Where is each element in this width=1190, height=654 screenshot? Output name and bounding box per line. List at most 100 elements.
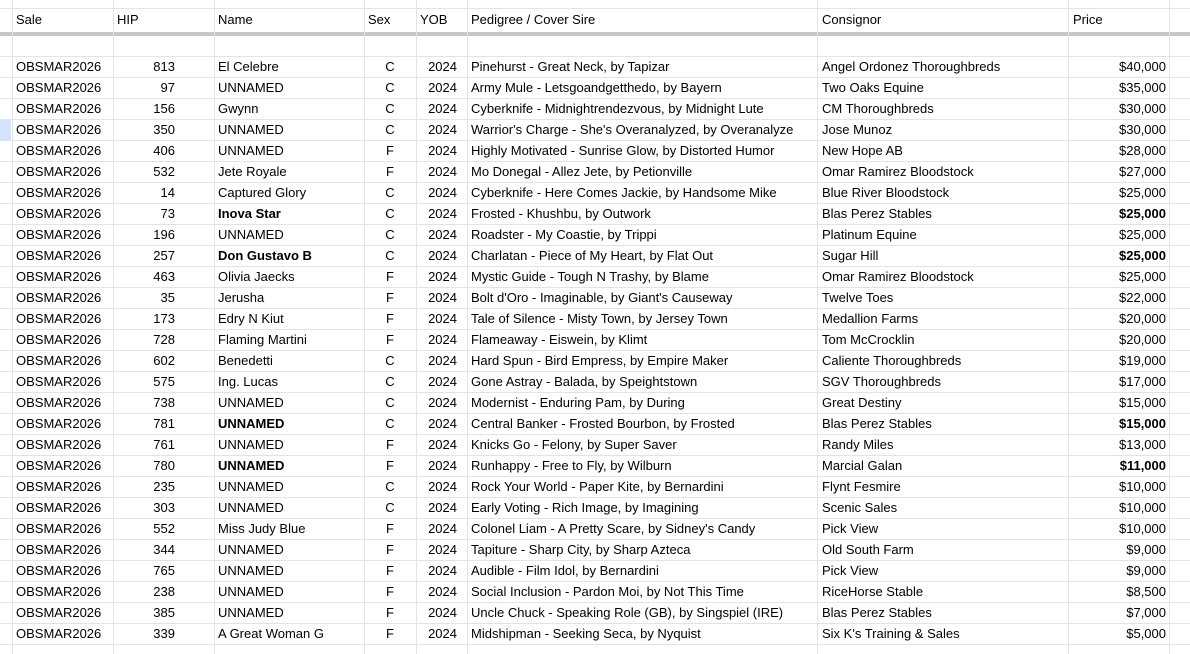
cell-price[interactable]: $8,500	[1070, 581, 1166, 602]
table-row[interactable]: OBSMAR2026 235 UNNAMED C 2024 Rock Your World…	[0, 476, 1190, 497]
table-row[interactable]: OBSMAR2026 813 El Celebre C 2024 Pinehurst - …	[0, 56, 1190, 77]
cell-yob[interactable]: 2024	[416, 623, 457, 644]
cell-consignor[interactable]: Blas Perez Stables	[822, 203, 1066, 224]
cell-pedigree[interactable]: Audible - Film Idol, by Bernardini	[471, 560, 815, 581]
cell-name[interactable]: Gwynn	[218, 98, 360, 119]
cell-price[interactable]: $25,000	[1070, 182, 1166, 203]
cell-sex[interactable]: F	[364, 560, 416, 581]
cell-consignor[interactable]: CM Thoroughbreds	[822, 98, 1066, 119]
cell-sex[interactable]: C	[364, 224, 416, 245]
cell-price[interactable]: $35,000	[1070, 77, 1166, 98]
cell-yob[interactable]: 2024	[416, 245, 457, 266]
cell-price[interactable]: $40,000	[1070, 56, 1166, 77]
header-name[interactable]: Name	[218, 8, 358, 32]
cell-sale[interactable]: OBSMAR2026	[16, 413, 110, 434]
header-yob[interactable]: YOB	[420, 8, 465, 32]
cell-name[interactable]: A Great Woman G	[218, 623, 360, 644]
cell-hip[interactable]: 14	[113, 182, 175, 203]
cell-sex[interactable]: F	[364, 518, 416, 539]
cell-pedigree[interactable]: Tale of Silence - Misty Town, by Jersey …	[471, 308, 815, 329]
table-row[interactable]: OBSMAR2026 738 UNNAMED C 2024 Modernist - End…	[0, 392, 1190, 413]
cell-price[interactable]: $20,000	[1070, 329, 1166, 350]
cell-consignor[interactable]: Old South Farm	[822, 539, 1066, 560]
cell-sale[interactable]: OBSMAR2026	[16, 539, 110, 560]
cell-price[interactable]: $10,000	[1070, 518, 1166, 539]
cell-hip[interactable]: 350	[113, 119, 175, 140]
cell-price[interactable]: $10,000	[1070, 497, 1166, 518]
table-row[interactable]: OBSMAR2026 761 UNNAMED F 2024 Knicks Go - Fel…	[0, 434, 1190, 455]
cell-hip[interactable]: 761	[113, 434, 175, 455]
header-price[interactable]: Price	[1073, 8, 1163, 32]
cell-sex[interactable]: C	[364, 392, 416, 413]
cell-sex[interactable]: F	[364, 329, 416, 350]
cell-sex[interactable]: F	[364, 161, 416, 182]
cell-price[interactable]: $27,000	[1070, 161, 1166, 182]
cell-hip[interactable]: 602	[113, 350, 175, 371]
cell-hip[interactable]: 552	[113, 518, 175, 539]
table-row[interactable]: OBSMAR2026 532 Jete Royale F 2024 Mo Donegal …	[0, 161, 1190, 182]
cell-name[interactable]: UNNAMED	[218, 77, 360, 98]
cell-price[interactable]: $19,000	[1070, 350, 1166, 371]
cell-sale[interactable]: OBSMAR2026	[16, 497, 110, 518]
cell-price[interactable]: $20,000	[1070, 308, 1166, 329]
header-sale[interactable]: Sale	[16, 8, 110, 32]
cell-name[interactable]: Flaming Martini	[218, 329, 360, 350]
cell-hip[interactable]: 35	[113, 287, 175, 308]
cell-pedigree[interactable]: Uncle Chuck - Speaking Role (GB), by Sin…	[471, 602, 815, 623]
cell-yob[interactable]: 2024	[416, 119, 457, 140]
cell-consignor[interactable]: Two Oaks Equine	[822, 77, 1066, 98]
cell-price[interactable]: $5,000	[1070, 623, 1166, 644]
cell-consignor[interactable]: RiceHorse Stable	[822, 581, 1066, 602]
cell-pedigree[interactable]: Pinehurst - Great Neck, by Tapizar	[471, 56, 815, 77]
cell-price[interactable]: $28,000	[1070, 140, 1166, 161]
cell-name[interactable]: UNNAMED	[218, 455, 360, 476]
cell-hip[interactable]: 339	[113, 623, 175, 644]
cell-sex[interactable]: F	[364, 581, 416, 602]
cell-yob[interactable]: 2024	[416, 413, 457, 434]
table-row[interactable]: OBSMAR2026 238 UNNAMED F 2024 Social Inclusio…	[0, 581, 1190, 602]
cell-pedigree[interactable]: Gone Astray - Balada, by Speightstown	[471, 371, 815, 392]
cell-hip[interactable]: 575	[113, 371, 175, 392]
cell-sale[interactable]: OBSMAR2026	[16, 581, 110, 602]
cell-sex[interactable]: C	[364, 497, 416, 518]
cell-pedigree[interactable]: Early Voting - Rich Image, by Imagining	[471, 497, 815, 518]
cell-price[interactable]: $25,000	[1070, 224, 1166, 245]
cell-hip[interactable]: 406	[113, 140, 175, 161]
cell-sale[interactable]: OBSMAR2026	[16, 392, 110, 413]
cell-hip[interactable]: 532	[113, 161, 175, 182]
cell-price[interactable]: $13,000	[1070, 434, 1166, 455]
cell-consignor[interactable]: Tom McCrocklin	[822, 329, 1066, 350]
cell-consignor[interactable]: Jose Munoz	[822, 119, 1066, 140]
cell-pedigree[interactable]: Flameaway - Eiswein, by Klimt	[471, 329, 815, 350]
table-row[interactable]: OBSMAR2026 303 UNNAMED C 2024 Early Voting - …	[0, 497, 1190, 518]
cell-pedigree[interactable]: Rock Your World - Paper Kite, by Bernard…	[471, 476, 815, 497]
cell-name[interactable]: UNNAMED	[218, 602, 360, 623]
cell-pedigree[interactable]: Bolt d'Oro - Imaginable, by Giant's Caus…	[471, 287, 815, 308]
cell-pedigree[interactable]: Army Mule - Letsgoandgetthedo, by Bayern	[471, 77, 815, 98]
cell-sex[interactable]: C	[364, 476, 416, 497]
cell-sex[interactable]: C	[364, 98, 416, 119]
cell-hip[interactable]: 781	[113, 413, 175, 434]
cell-price[interactable]: $15,000	[1070, 413, 1166, 434]
header-sex[interactable]: Sex	[368, 8, 408, 32]
table-row[interactable]: OBSMAR2026 781 UNNAMED C 2024 Central Banker …	[0, 413, 1190, 434]
cell-yob[interactable]: 2024	[416, 182, 457, 203]
cell-pedigree[interactable]: Mystic Guide - Tough N Trashy, by Blame	[471, 266, 815, 287]
cell-name[interactable]: UNNAMED	[218, 119, 360, 140]
table-row[interactable]: OBSMAR2026 463 Olivia Jaecks F 2024 Mystic Gu…	[0, 266, 1190, 287]
cell-yob[interactable]: 2024	[416, 56, 457, 77]
cell-consignor[interactable]: Randy Miles	[822, 434, 1066, 455]
cell-sale[interactable]: OBSMAR2026	[16, 140, 110, 161]
cell-sale[interactable]: OBSMAR2026	[16, 287, 110, 308]
cell-hip[interactable]: 385	[113, 602, 175, 623]
cell-consignor[interactable]: Six K's Training & Sales	[822, 623, 1066, 644]
cell-consignor[interactable]: Marcial Galan	[822, 455, 1066, 476]
table-row[interactable]: OBSMAR2026 35 Jerusha F 2024 Bolt d'Oro - Ima…	[0, 287, 1190, 308]
cell-yob[interactable]: 2024	[416, 392, 457, 413]
cell-hip[interactable]: 303	[113, 497, 175, 518]
cell-sex[interactable]: C	[364, 371, 416, 392]
cell-consignor[interactable]: Omar Ramirez Bloodstock	[822, 266, 1066, 287]
cell-hip[interactable]: 173	[113, 308, 175, 329]
spreadsheet-grid[interactable]: Sale HIP Name Sex YOB Pedigree / Cover S…	[0, 0, 1190, 654]
cell-sale[interactable]: OBSMAR2026	[16, 434, 110, 455]
